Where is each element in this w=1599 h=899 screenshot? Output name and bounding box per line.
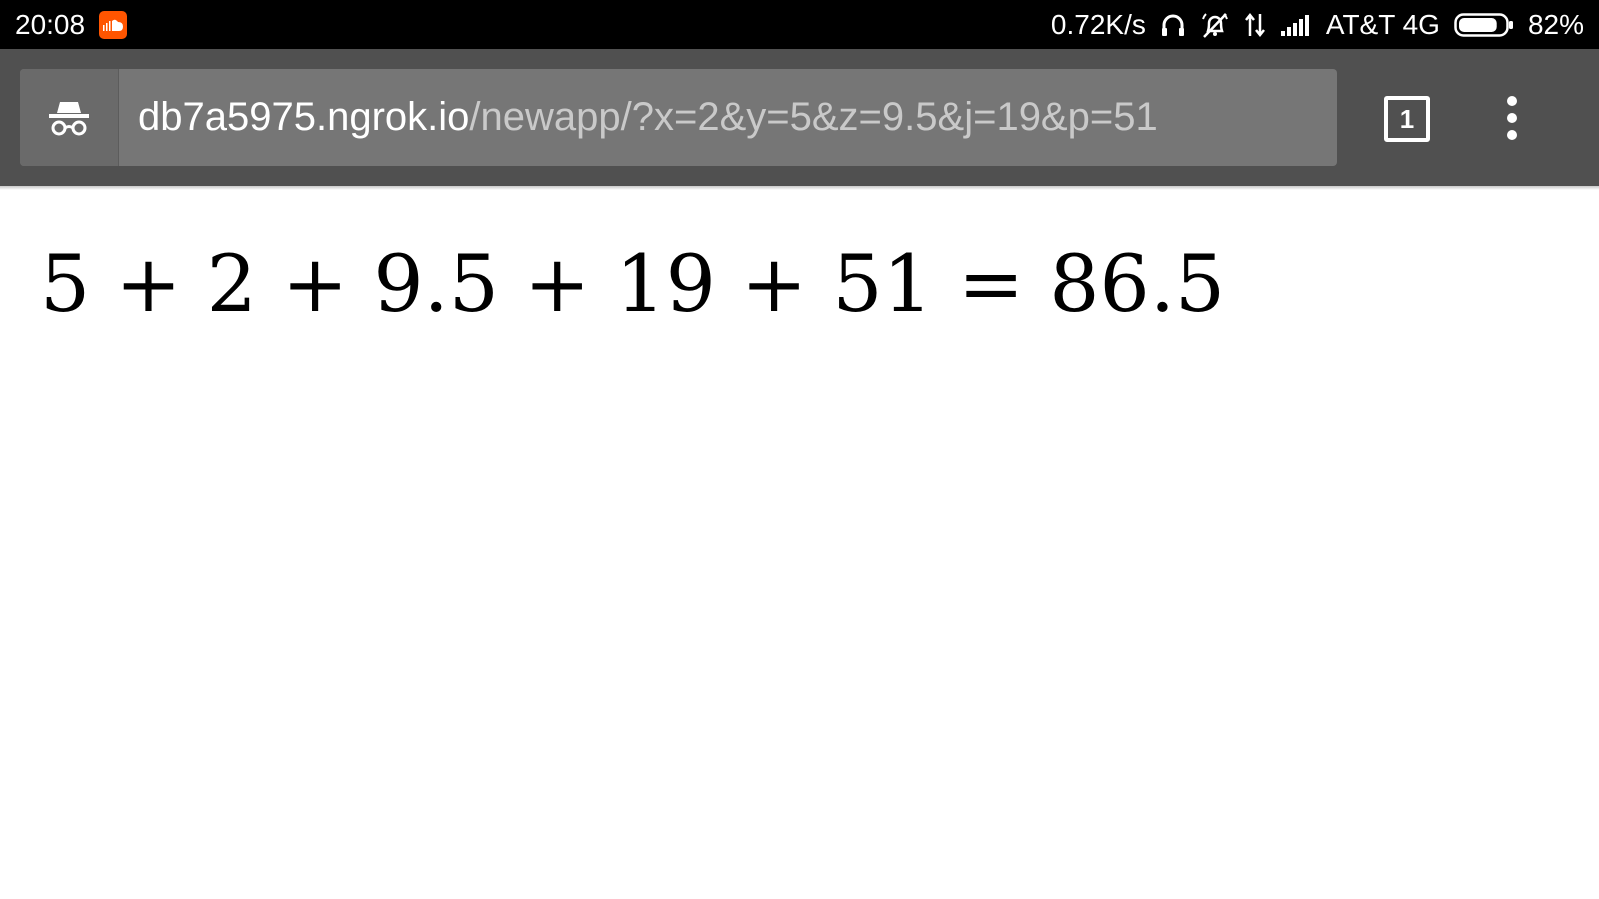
tab-switcher-button[interactable]: 1 [1384, 96, 1430, 142]
status-time: 20:08 [15, 8, 86, 40]
alarm-off-icon [1200, 11, 1230, 39]
status-left: 20:08 [15, 0, 128, 49]
signal-bars-icon [1280, 13, 1312, 37]
more-vert-icon[interactable] [1492, 96, 1532, 140]
url-text[interactable]: db7a5975.ngrok.io/newapp/?x=2&y=5&z=9.5&… [138, 69, 1158, 166]
status-right: 0.72K/s AT&T 4G 82% [1051, 0, 1584, 49]
battery-percent: 82% [1527, 8, 1584, 40]
url-bar[interactable]: db7a5975.ngrok.io/newapp/?x=2&y=5&z=9.5&… [20, 69, 1337, 166]
url-path: /newapp/?x=2&y=5&z=9.5&j=19&p=51 [469, 95, 1158, 139]
status-bar: 20:08 0.72K/s AT&T 4G 82% [0, 0, 1599, 49]
headphones-icon [1160, 12, 1186, 38]
carrier-label: AT&T 4G [1325, 8, 1440, 40]
page-content: 5 + 2 + 9.5 + 19 + 51 = 86.5 [0, 190, 1599, 899]
equation-text: 5 + 2 + 9.5 + 19 + 51 = 86.5 [40, 238, 1226, 330]
data-transfer-icon [1244, 12, 1266, 38]
browser-toolbar: db7a5975.ngrok.io/newapp/?x=2&y=5&z=9.5&… [0, 49, 1599, 186]
soundcloud-icon [99, 10, 128, 39]
url-host: db7a5975.ngrok.io [138, 95, 470, 139]
incognito-icon[interactable] [20, 69, 119, 166]
battery-icon [1454, 12, 1514, 38]
network-speed: 0.72K/s [1050, 8, 1146, 40]
